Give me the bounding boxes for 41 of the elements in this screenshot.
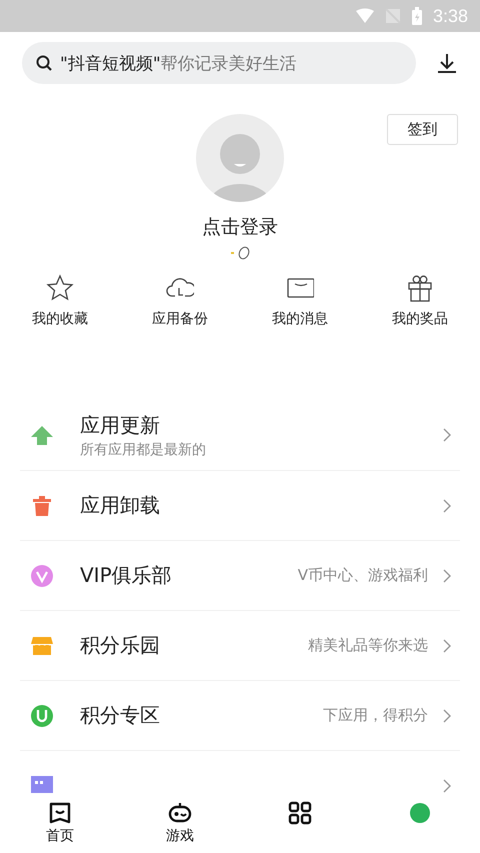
wifi-icon <box>354 8 375 24</box>
nav-tab[interactable]: 首页 <box>0 793 120 853</box>
menu-title: 应用卸载 <box>80 492 161 519</box>
search-icon <box>36 55 52 71</box>
menu-title: 积分乐园 <box>80 632 161 659</box>
chevron-icon <box>442 568 452 582</box>
quick-action[interactable]: 我的奖品 <box>360 268 480 388</box>
search-field[interactable]: "抖音短视频"帮你记录美好生活 <box>22 42 416 84</box>
chevron-icon <box>442 638 452 652</box>
menu-title: VIP俱乐部 <box>80 562 173 589</box>
gift-icon <box>406 274 434 302</box>
quick-action[interactable]: 应用备份 <box>120 268 240 388</box>
nav-tab[interactable]: 游戏 <box>120 793 240 853</box>
gamepad-icon <box>168 801 192 825</box>
menu-detail: 下应用，得积分 <box>323 706 428 725</box>
home-icon <box>48 801 72 825</box>
menu-title: 应用更新 <box>80 412 161 438</box>
checkin-button[interactable]: 签到 <box>387 114 458 145</box>
chevron-icon <box>442 428 452 442</box>
menu-row[interactable]: 积分专区 下应用，得积分 <box>20 681 460 751</box>
grid-icon <box>288 801 312 825</box>
quick-action[interactable]: 我的收藏 <box>0 268 120 388</box>
menu-detail: V币中心、游戏福利 <box>298 566 428 585</box>
star-icon <box>46 274 74 302</box>
menu-row[interactable]: VIP俱乐部 V币中心、游戏福利 <box>20 541 460 611</box>
menu-row[interactable]: 应用更新 所有应用都是最新的 <box>20 400 460 471</box>
download-icon <box>436 52 458 74</box>
chevron-icon <box>442 708 452 722</box>
menu-detail: 精美礼品等你来选 <box>308 636 428 655</box>
egg-icon <box>238 246 250 260</box>
quick-action[interactable]: 我的消息 <box>240 268 360 388</box>
chevron-icon <box>442 498 452 512</box>
menu-subtitle: 所有应用都是最新的 <box>80 440 207 458</box>
battery-icon <box>410 7 423 25</box>
login-link[interactable]: 点击登录 <box>202 214 278 240</box>
menu-row[interactable]: 积分乐园 精美礼品等你来选 <box>20 611 460 681</box>
chevron-icon <box>442 778 452 792</box>
dash-icon <box>230 251 234 255</box>
menu-row[interactable]: 应用卸载 <box>20 471 460 541</box>
circle-icon <box>408 801 432 825</box>
menu-title: 积分专区 <box>80 702 161 729</box>
